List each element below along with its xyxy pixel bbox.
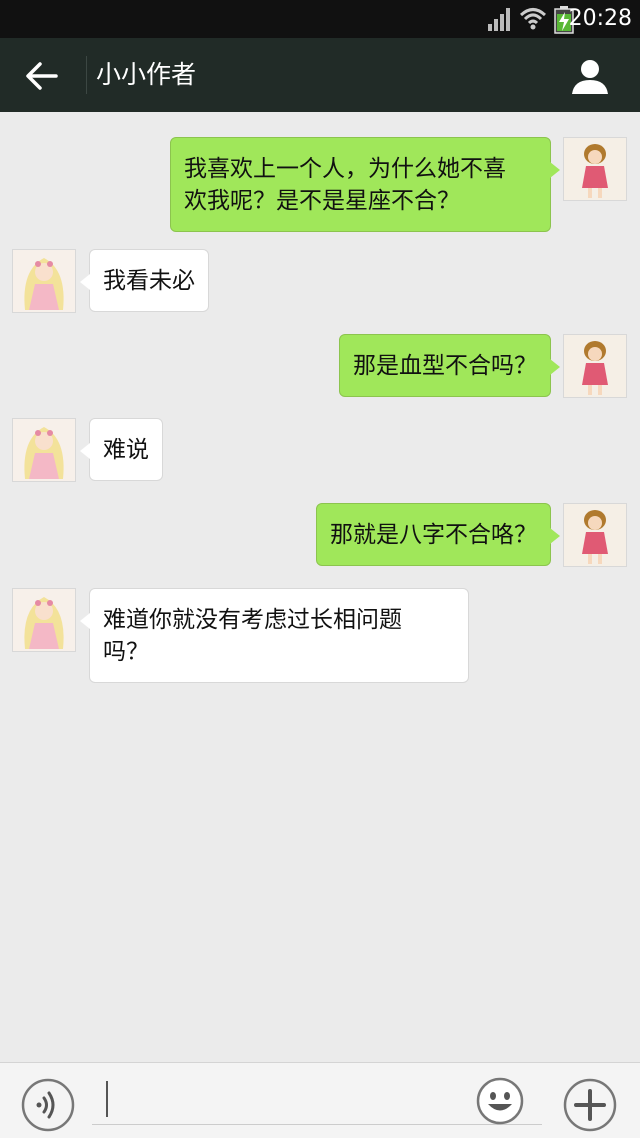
back-button[interactable] — [24, 60, 62, 92]
message-bubble-outgoing[interactable]: 那就是八字不合咯？ — [316, 503, 560, 566]
message-text-line: 我喜欢上一个人，为什么她不喜 — [184, 156, 506, 182]
my-avatar[interactable] — [563, 137, 627, 201]
voice-button[interactable] — [20, 1077, 76, 1133]
message-text-line: 难道你就没有考虑过长相问题 — [103, 607, 402, 633]
contact-avatar[interactable] — [12, 418, 76, 482]
plus-icon — [562, 1078, 618, 1137]
more-options-button[interactable] — [562, 1077, 618, 1133]
smiley-icon — [476, 1077, 524, 1129]
message-bubble-incoming[interactable]: 我看未必 — [80, 249, 209, 312]
my-avatar[interactable] — [563, 503, 627, 567]
message-text-line: 难说 — [103, 437, 149, 463]
person-icon — [568, 60, 612, 100]
message-bubble-incoming[interactable]: 难道你就没有考虑过长相问题 吗？ — [80, 588, 469, 683]
chat-title: 小小作者 — [96, 60, 197, 89]
chat-header: 小小作者 — [0, 38, 640, 112]
message-text-line: 那是血型不合吗？ — [353, 353, 537, 379]
wifi-icon — [519, 6, 547, 36]
my-avatar[interactable] — [563, 334, 627, 398]
message-text-line: 那就是八字不合咯？ — [330, 522, 537, 548]
contact-avatar[interactable] — [12, 249, 76, 313]
header-divider — [86, 56, 87, 94]
contact-avatar[interactable] — [12, 588, 76, 652]
emoji-button[interactable] — [476, 1077, 524, 1125]
message-bubble-incoming[interactable]: 难说 — [80, 418, 163, 481]
input-bar — [0, 1062, 640, 1138]
message-list[interactable]: 我喜欢上一个人，为什么她不喜 欢我呢？是不是星座不合？ 我看未必 那是血型不合吗… — [0, 112, 640, 1062]
status-bar: 20:28 — [0, 0, 640, 38]
message-input[interactable] — [92, 1079, 542, 1125]
voice-icon — [20, 1078, 76, 1137]
text-cursor — [106, 1081, 108, 1117]
signal-icon — [488, 7, 514, 35]
message-bubble-outgoing[interactable]: 我喜欢上一个人，为什么她不喜 欢我呢？是不是星座不合？ — [170, 137, 560, 232]
chat-info-button[interactable] — [568, 56, 612, 96]
message-text-line: 欢我呢？是不是星座不合？ — [184, 188, 460, 214]
message-text-line: 吗？ — [103, 639, 149, 665]
message-text-line: 我看未必 — [103, 268, 195, 294]
status-time: 20:28 — [568, 6, 632, 31]
arrow-left-icon — [24, 62, 60, 96]
message-bubble-outgoing[interactable]: 那是血型不合吗？ — [339, 334, 560, 397]
